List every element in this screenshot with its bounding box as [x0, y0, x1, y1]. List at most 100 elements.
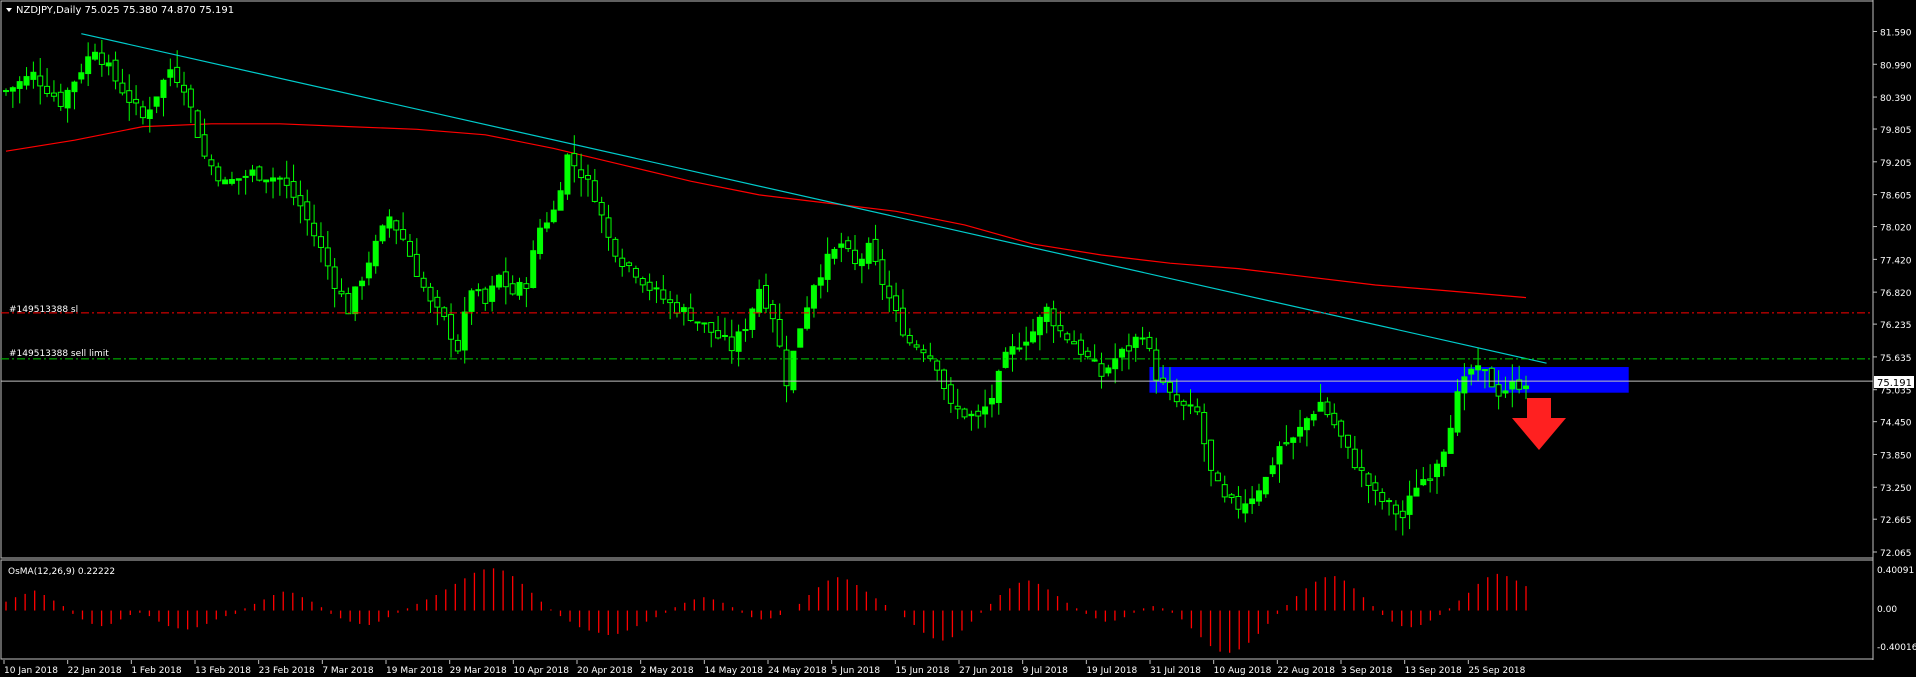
candle: [1269, 465, 1276, 475]
candle: [1262, 476, 1269, 495]
candle: [297, 195, 304, 207]
candle: [1331, 412, 1338, 426]
candle: [947, 384, 954, 404]
x-tick-label: 3 Sep 2018: [1341, 666, 1393, 676]
candle: [1009, 346, 1016, 355]
candle: [1338, 420, 1345, 437]
candle: [838, 243, 845, 248]
candle: [386, 216, 393, 229]
candle: [160, 79, 167, 98]
y-tick-label: 73.250: [1880, 484, 1912, 494]
candle: [619, 257, 626, 268]
candle: [797, 328, 804, 348]
candle: [16, 81, 23, 89]
candle: [509, 283, 516, 295]
candle: [290, 181, 297, 198]
candle: [1077, 339, 1084, 355]
x-tick-label: 31 Jul 2018: [1150, 666, 1201, 676]
candle: [1509, 381, 1516, 390]
candle: [564, 154, 571, 195]
candle: [872, 238, 879, 262]
candle: [194, 110, 201, 138]
candle: [612, 238, 619, 257]
candle: [920, 349, 927, 354]
candle: [1132, 336, 1139, 348]
candle: [776, 318, 783, 347]
candle: [30, 71, 37, 80]
candle: [1372, 482, 1379, 491]
candle: [139, 106, 146, 119]
candle: [632, 267, 639, 278]
y-tick-label: 80.390: [1880, 94, 1912, 104]
candle: [516, 281, 523, 296]
candle: [1255, 490, 1262, 502]
candle: [1502, 390, 1509, 394]
osma-indicator-label: OsMA(12,26,9) 0.22222: [8, 567, 115, 577]
candle: [482, 288, 489, 304]
candle: [721, 334, 728, 337]
candle: [365, 262, 372, 279]
candle: [133, 98, 140, 104]
candle: [1208, 439, 1215, 471]
candle: [893, 295, 900, 312]
candle: [831, 248, 838, 259]
candle: [783, 349, 790, 387]
candle: [865, 242, 872, 264]
x-tick-label: 22 Jan 2018: [68, 666, 122, 676]
candle: [954, 405, 961, 410]
candle: [1098, 363, 1105, 377]
candle: [3, 90, 9, 93]
candle: [1310, 414, 1317, 421]
candle: [817, 277, 824, 286]
candle: [283, 177, 290, 186]
candle: [317, 236, 324, 248]
candle: [1050, 308, 1057, 327]
candle: [728, 336, 735, 352]
candle: [331, 266, 338, 289]
candle: [1488, 367, 1495, 388]
candle: [1399, 510, 1406, 519]
current-price-label: 75.191: [1877, 378, 1912, 389]
candle: [523, 283, 530, 289]
candle: [1495, 384, 1502, 397]
candle: [845, 240, 852, 250]
candle: [1030, 331, 1037, 343]
candle: [886, 285, 893, 299]
candle: [708, 322, 715, 333]
candle: [454, 339, 461, 352]
candle: [927, 355, 934, 359]
candle: [1420, 479, 1427, 486]
candle: [988, 397, 995, 405]
price-chart[interactable]: NZDJPY,Daily 75.025 75.380 74.870 75.191…: [0, 0, 1916, 677]
candle: [1242, 503, 1249, 514]
candle: [352, 286, 359, 315]
y-tick-label: 77.420: [1880, 256, 1912, 266]
candle: [605, 217, 612, 238]
candle: [235, 178, 242, 181]
candle: [50, 92, 57, 97]
candle: [626, 262, 633, 267]
x-tick-label: 14 May 2018: [704, 666, 763, 676]
candle: [1379, 492, 1386, 502]
candle: [1119, 348, 1126, 358]
y-tick-label: 80.990: [1880, 61, 1912, 71]
candle: [201, 134, 208, 157]
candle: [174, 66, 181, 84]
x-tick-label: 19 Mar 2018: [386, 666, 443, 676]
candle: [468, 290, 475, 312]
x-tick-label: 2 May 2018: [641, 666, 694, 676]
candle: [44, 85, 51, 94]
y-tick-label: 81.590: [1880, 28, 1912, 38]
candle: [222, 179, 229, 185]
x-tick-label: 13 Sep 2018: [1405, 666, 1462, 676]
candle: [228, 179, 235, 184]
candle: [735, 331, 742, 352]
candle: [968, 413, 975, 417]
candle: [1386, 500, 1393, 503]
candle: [1235, 496, 1242, 510]
x-tick-label: 10 Apr 2018: [513, 666, 569, 676]
candle: [584, 175, 591, 180]
candle: [879, 259, 886, 285]
candle: [1523, 385, 1529, 390]
candle: [1084, 350, 1091, 358]
